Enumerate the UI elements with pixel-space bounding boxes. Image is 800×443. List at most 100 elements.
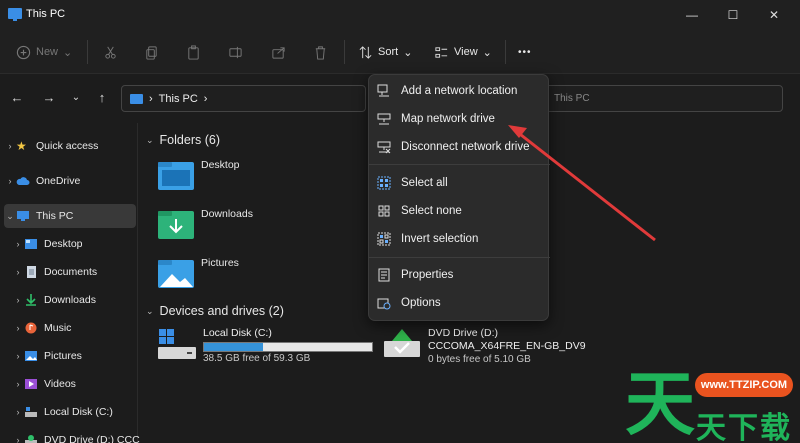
menu-item-label: Select all (401, 177, 448, 189)
copy-button[interactable] (144, 42, 159, 62)
menu-item-map-network-drive[interactable]: Map network drive (369, 105, 550, 133)
chevron-right-icon[interactable]: › (12, 379, 24, 389)
more-options-button[interactable]: ••• (518, 42, 532, 62)
desktop-folder-icon (158, 162, 194, 190)
drive-volume-label: CCCOMA_X64FRE_EN-GB_DV9 (428, 340, 586, 352)
copy-icon (146, 45, 157, 60)
folder-pictures[interactable]: Pictures (157, 257, 239, 289)
sidebar-item-downloads[interactable]: › Downloads (12, 288, 144, 312)
sidebar-item-label: OneDrive (36, 175, 81, 187)
address-bar[interactable]: › This PC › (121, 85, 366, 112)
watermark-logo: 天 www.TTZIP.COM 天下载 (620, 365, 800, 443)
view-icon (435, 46, 448, 58)
command-bar: New ⌄ Sort ⌄ View ⌄ ••• (0, 30, 800, 74)
chevron-right-icon[interactable]: › (12, 435, 24, 443)
sidebar-item-label: Music (44, 322, 72, 334)
sidebar-item-local-disk[interactable]: › Local Disk (C:) (12, 400, 144, 424)
forward-arrow-icon[interactable]: → (42, 91, 56, 105)
select-none-icon (376, 203, 392, 219)
sidebar-item-onedrive[interactable]: › OneDrive (4, 169, 136, 193)
chevron-right-icon[interactable]: › (4, 176, 16, 186)
cut-button[interactable] (103, 42, 118, 62)
navigation-pane: › ★ Quick access › OneDrive ⌄ This PC › … (0, 123, 140, 443)
chevron-right-icon[interactable]: › (12, 407, 24, 417)
drive-free-space: 0 bytes free of 5.10 GB (428, 354, 531, 365)
menu-item-select-all[interactable]: Select all (369, 169, 550, 197)
sidebar-item-desktop[interactable]: › Desktop (12, 232, 144, 256)
chevron-down-icon: ⌄ (146, 134, 154, 145)
menu-item-label: Add a network location (401, 85, 518, 97)
menu-item-label: Select none (401, 205, 462, 217)
rename-button[interactable] (228, 42, 243, 62)
chevron-down-icon: ⌄ (482, 46, 492, 59)
new-button[interactable]: New ⌄ (16, 42, 72, 62)
sidebar-item-label: Videos (44, 378, 76, 390)
drives-section-header[interactable]: ⌄ Devices and drives (2) (146, 304, 284, 318)
maximize-button[interactable]: ☐ (723, 5, 743, 25)
view-label: View (454, 46, 478, 58)
chevron-right-icon[interactable]: › (12, 267, 24, 277)
menu-item-options[interactable]: Options (369, 289, 550, 317)
toolbar-divider (87, 40, 88, 64)
breadcrumb-this-pc[interactable]: This PC (159, 93, 198, 105)
menu-item-properties[interactable]: Properties (369, 261, 550, 289)
search-input[interactable]: This PC (545, 85, 783, 112)
sidebar-item-label: Quick access (36, 140, 99, 152)
sidebar-item-pictures[interactable]: › Pictures (12, 344, 144, 368)
pictures-folder-icon (158, 260, 194, 288)
desktop-icon (25, 239, 37, 249)
folder-label: Pictures (201, 257, 239, 269)
recent-locations-chevron-icon[interactable]: ⌄ (69, 91, 83, 105)
sidebar-item-videos[interactable]: › Videos (12, 372, 144, 396)
folders-section-header[interactable]: ⌄ Folders (6) (146, 133, 220, 147)
sidebar-item-label: DVD Drive (D:) CCC (44, 434, 140, 443)
chevron-right-icon[interactable]: › (12, 351, 24, 361)
drive-local-disk-c[interactable]: Local Disk (C:) 38.5 GB free of 59.3 GB (157, 327, 373, 365)
menu-item-disconnect-network-drive[interactable]: Disconnect network drive (369, 133, 550, 161)
dvd-drive-icon (384, 329, 420, 357)
paste-button[interactable] (186, 42, 201, 62)
up-arrow-icon[interactable]: ↑ (95, 91, 109, 105)
invert-selection-icon (376, 231, 392, 247)
sidebar-item-music[interactable]: › Music (12, 316, 144, 340)
sidebar-item-dvd-drive[interactable]: › DVD Drive (D:) CCC (12, 428, 144, 443)
select-all-icon (376, 175, 392, 191)
view-button[interactable]: View ⌄ (434, 42, 492, 62)
folder-downloads[interactable]: Downloads (157, 208, 253, 240)
back-arrow-icon[interactable]: ← (10, 91, 24, 105)
share-icon (272, 46, 285, 59)
rename-icon (229, 46, 242, 58)
plus-circle-icon (16, 45, 31, 59)
chevron-right-icon[interactable]: › (12, 295, 24, 305)
chevron-down-icon: ⌄ (146, 305, 154, 316)
pictures-icon (25, 351, 37, 361)
sidebar-item-documents[interactable]: › Documents (12, 260, 144, 284)
map-drive-icon (376, 111, 392, 127)
menu-item-add-network-location[interactable]: Add a network location (369, 77, 550, 105)
chevron-right-icon[interactable]: › (4, 141, 16, 151)
menu-item-invert-selection[interactable]: Invert selection (369, 225, 550, 253)
videos-icon (25, 379, 37, 389)
chevron-right-icon[interactable]: › (12, 239, 24, 249)
drive-name: Local Disk (C:) (203, 327, 272, 339)
folder-desktop[interactable]: Desktop (157, 159, 240, 191)
minimize-button[interactable]: — (682, 5, 702, 25)
drive-dvd-d[interactable]: DVD Drive (D:) CCCOMA_X64FRE_EN-GB_DV9 0… (382, 327, 586, 366)
sort-icon (359, 45, 372, 59)
sidebar-item-quick-access[interactable]: › ★ Quick access (4, 134, 136, 158)
delete-button[interactable] (313, 42, 328, 62)
menu-item-select-none[interactable]: Select none (369, 197, 550, 225)
sidebar-item-this-pc[interactable]: ⌄ This PC (4, 204, 136, 228)
chevron-down-icon[interactable]: ⌄ (4, 211, 16, 222)
pc-icon (17, 211, 29, 221)
documents-icon (27, 266, 36, 278)
more-options-menu: Add a network location Map network drive… (368, 74, 550, 321)
menu-item-label: Properties (401, 269, 454, 281)
menu-item-label: Options (401, 297, 441, 309)
chevron-right-icon[interactable]: › (12, 323, 24, 333)
share-button[interactable] (271, 42, 286, 62)
menu-item-label: Map network drive (401, 113, 495, 125)
folder-label: Desktop (201, 159, 240, 171)
sort-button[interactable]: Sort ⌄ (358, 42, 412, 62)
close-button[interactable]: ✕ (764, 5, 784, 25)
